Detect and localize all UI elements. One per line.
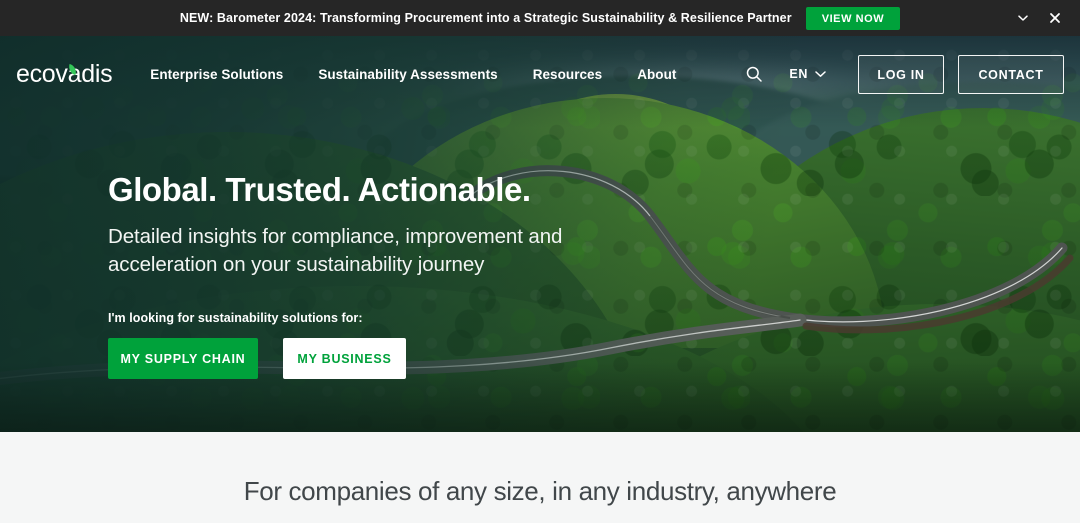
hero-title: Global. Trusted. Actionable. [108,171,531,208]
nav-item-enterprise-solutions[interactable]: Enterprise Solutions [150,67,283,82]
features-section: For companies of any size, in any indust… [0,432,1080,523]
promo-banner-text: NEW: Barometer 2024: Transforming Procur… [179,11,792,25]
hero-cta-label: I'm looking for sustainability solutions… [108,310,363,325]
language-label: EN [789,67,808,81]
nav-item-about[interactable]: About [637,67,676,82]
promo-banner: NEW: Barometer 2024: Transforming Procur… [0,0,1080,36]
search-icon[interactable] [741,61,767,87]
ecovadis-logo[interactable]: ecovadis [16,59,113,88]
nav-item-sustainability-assessments[interactable]: Sustainability Assessments [318,67,497,82]
hero-section: ecovadis Enterprise Solutions Sustainabi… [0,36,1080,432]
hero-content: Global. Trusted. Actionable. Detailed in… [108,171,578,379]
chevron-down-icon [815,67,826,81]
header-actions: EN LOG IN CONTACT [741,54,1064,94]
features-heading: For companies of any size, in any indust… [243,476,837,506]
language-switcher[interactable]: EN [789,67,826,81]
promo-banner-controls [1014,0,1064,36]
contact-button[interactable]: CONTACT [958,54,1064,94]
hero-subtitle: Detailed insights for compliance, improv… [108,224,563,277]
close-icon[interactable] [1046,9,1064,27]
my-supply-chain-button[interactable]: MY SUPPLY CHAIN [108,337,258,379]
logo-text: ecovadis [16,59,113,88]
my-business-button[interactable]: MY BUSINESS [283,337,406,379]
main-navigation: Enterprise Solutions Sustainability Asse… [150,67,676,82]
view-now-button[interactable]: VIEW NOW [805,6,901,30]
site-header: ecovadis Enterprise Solutions Sustainabi… [0,36,1080,112]
login-button[interactable]: LOG IN [858,54,944,94]
chevron-down-icon[interactable] [1014,9,1032,27]
hero-cta-buttons: MY SUPPLY CHAIN MY BUSINESS [108,337,578,379]
nav-item-resources[interactable]: Resources [533,67,603,82]
